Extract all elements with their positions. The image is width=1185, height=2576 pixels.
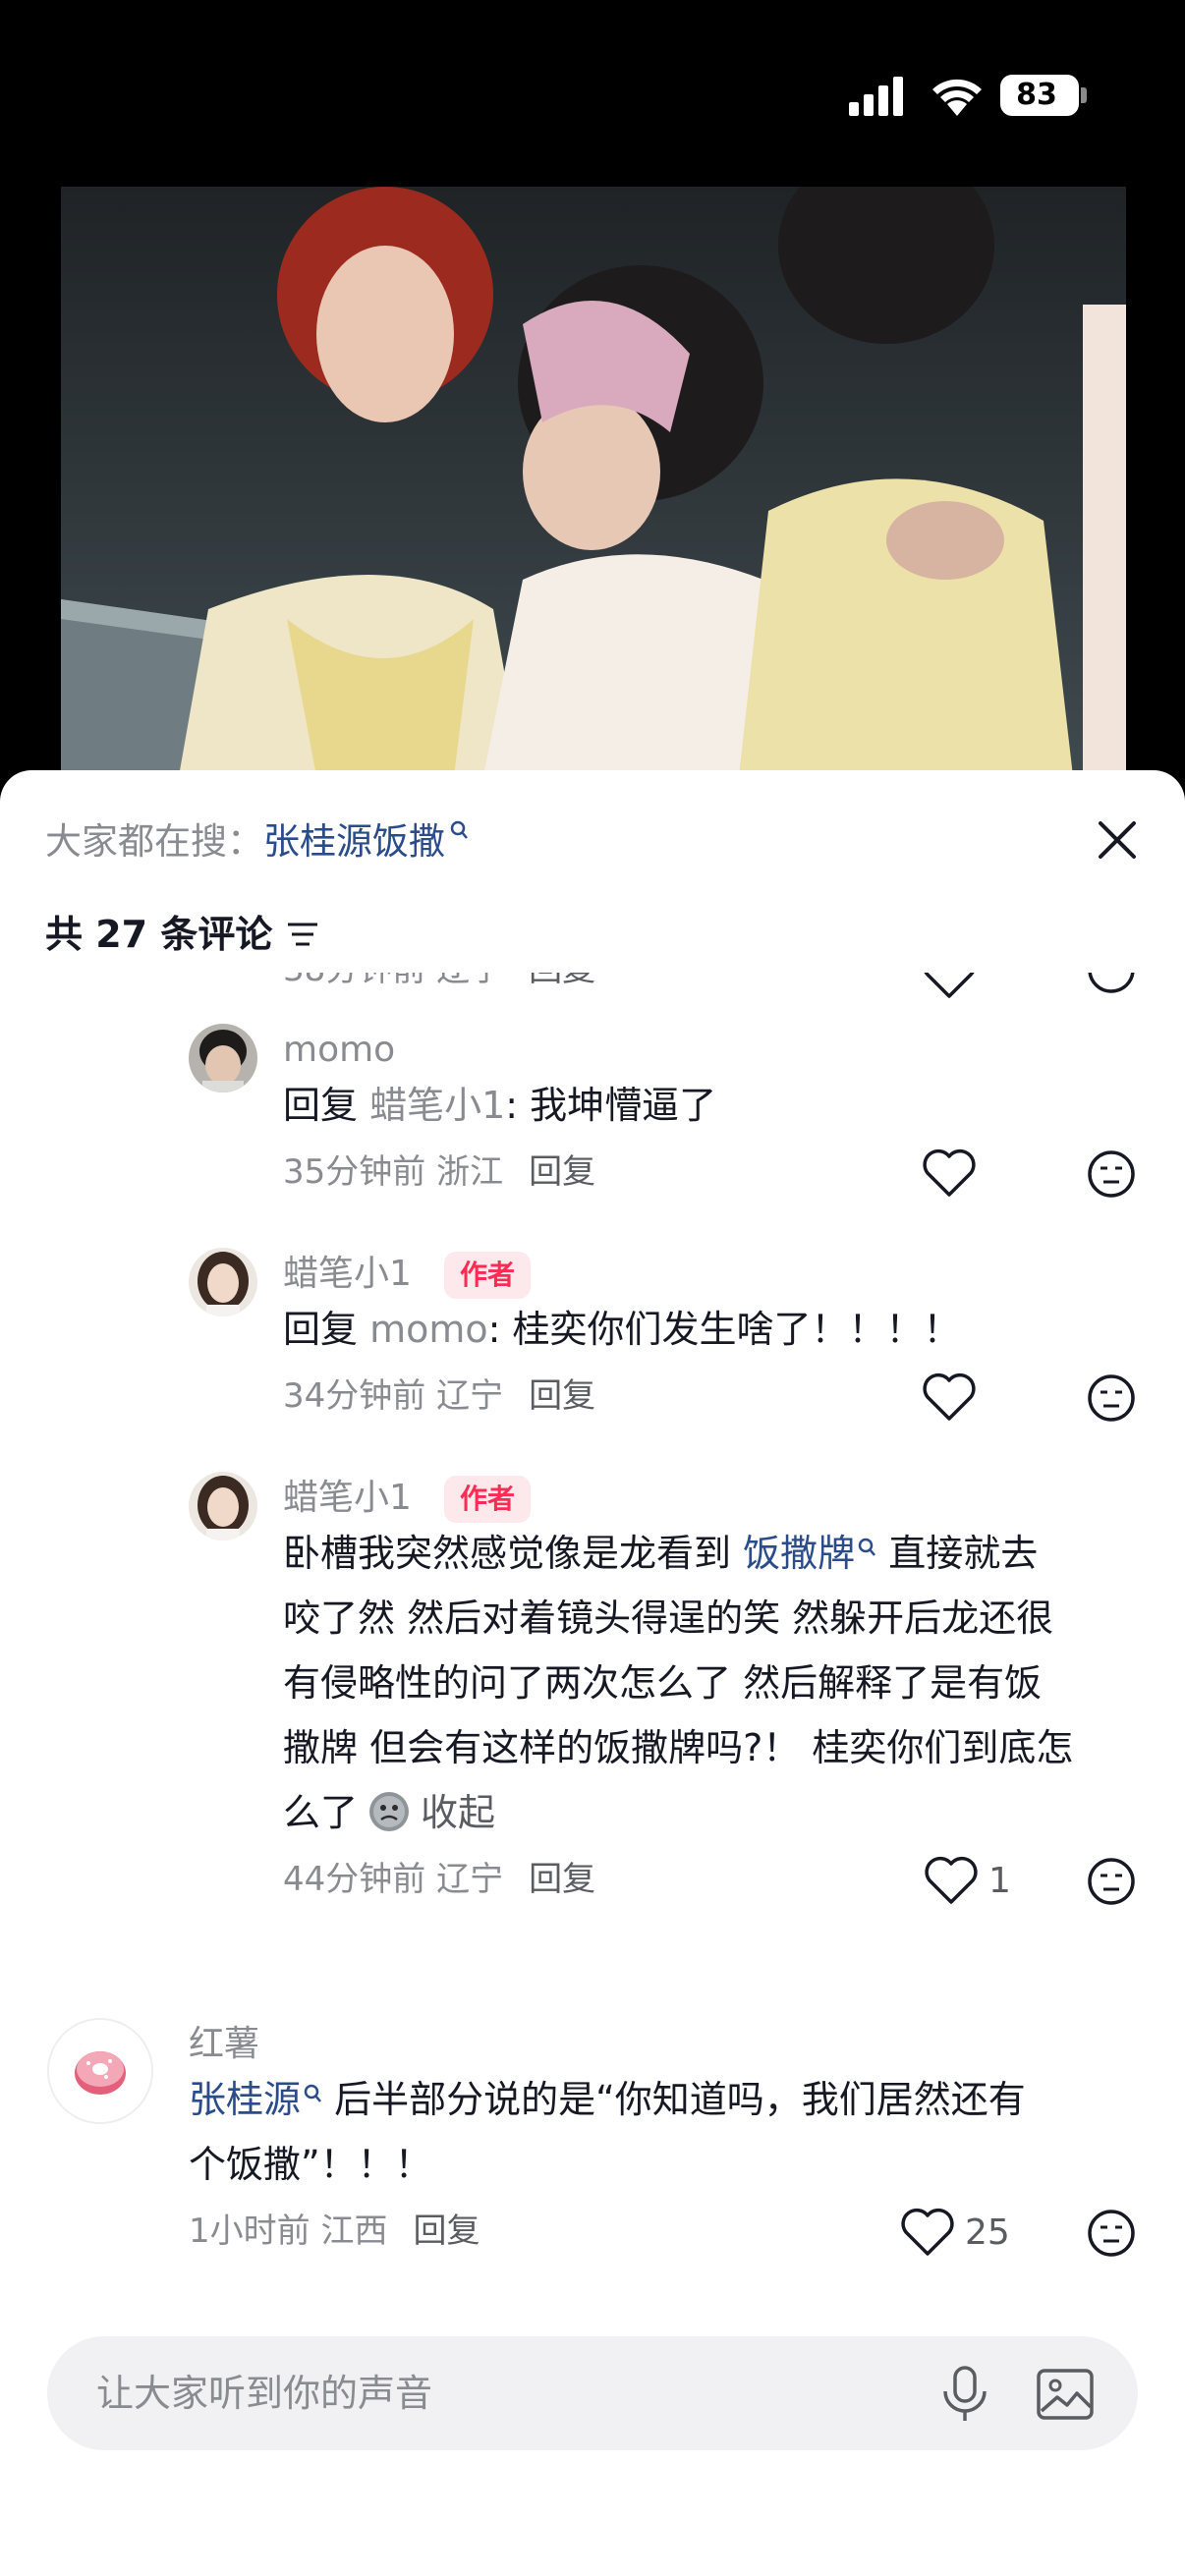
- trending-search-prefix: 大家都在搜：: [45, 820, 263, 863]
- search-icon: [858, 1538, 876, 1556]
- comment-location: 浙江: [436, 1152, 504, 1192]
- dislike-icon[interactable]: [1085, 1148, 1138, 1201]
- comment-location: 辽宁: [436, 1860, 504, 1899]
- cellular-signal-icon: [849, 77, 903, 116]
- heart-icon[interactable]: [920, 973, 979, 1000]
- dislike-icon[interactable]: [1085, 973, 1138, 996]
- comment-body: 么了: [283, 1791, 359, 1834]
- partial-comment-meta: 38分钟前 辽宁 回复: [283, 973, 595, 994]
- commenter-name[interactable]: 红薯: [189, 2020, 259, 2069]
- reply-button[interactable]: 回复: [529, 1152, 595, 1192]
- battery-indicator: 83: [1000, 75, 1079, 116]
- battery-level: 83: [1016, 78, 1057, 112]
- author-badge: 作者: [444, 1476, 532, 1523]
- comment-text-line: 么了 收起: [283, 1780, 495, 1845]
- comment-text: 回复 蜡笔小1: 我坤懵逼了: [283, 1073, 716, 1138]
- reply-prefix: 回复: [283, 1308, 359, 1351]
- comment-time: 1小时前: [189, 2212, 310, 2251]
- dislike-icon[interactable]: [1085, 2207, 1138, 2260]
- trending-search-keyword[interactable]: 张桂源饭撒: [263, 820, 445, 863]
- reply-to-user[interactable]: momo: [369, 1308, 488, 1351]
- dislike-icon[interactable]: [1085, 1855, 1138, 1908]
- comment-text-line: 个饭撒”！！！: [189, 2143, 432, 2186]
- author-badge: 作者: [444, 1252, 532, 1299]
- comment-meta: 34分钟前 辽宁 回复: [283, 1372, 595, 1421]
- comment-body: 卧槽我突然感觉像是龙看到: [283, 1532, 732, 1575]
- dislike-icon[interactable]: [1085, 1372, 1138, 1425]
- comment-location: 江西: [320, 2212, 388, 2251]
- search-icon: [304, 2084, 321, 2102]
- avatar[interactable]: [47, 2018, 153, 2124]
- commenter-name[interactable]: momo: [283, 1026, 395, 1075]
- commenter-name[interactable]: 蜡笔小1: [283, 1250, 412, 1299]
- wifi-icon: [932, 79, 982, 116]
- avatar[interactable]: [189, 1248, 257, 1316]
- heart-icon[interactable]: [922, 1853, 981, 1908]
- comment-location: 辽宁: [436, 1376, 504, 1416]
- avatar[interactable]: [189, 1472, 257, 1540]
- comment-text-line: 张桂源 后半部分说的是“你知道吗，我们居然还有: [189, 2067, 1026, 2132]
- partial-comment-time: 38分钟前 辽宁: [283, 973, 503, 989]
- comment-input[interactable]: 让大家听到你的声音: [47, 2336, 1138, 2450]
- comment-time: 35分钟前: [283, 1152, 426, 1192]
- comment-text-line: 卧槽我突然感觉像是龙看到 饭撒牌 直接就去: [283, 1521, 1038, 1586]
- microphone-icon[interactable]: [937, 2366, 992, 2423]
- reply-button[interactable]: 回复: [413, 2212, 480, 2251]
- like-count: 25: [965, 2212, 1010, 2253]
- video-player[interactable]: [61, 187, 1126, 776]
- video-frame-image: [61, 187, 1126, 776]
- comment-time: 44分钟前: [283, 1860, 426, 1899]
- battery-tip: [1081, 87, 1087, 103]
- trending-search[interactable]: 大家都在搜：张桂源饭撒: [45, 817, 469, 867]
- search-keyword-link[interactable]: 张桂源: [189, 2078, 301, 2121]
- comment-count: 共 27 条评论: [45, 908, 319, 961]
- avatar[interactable]: [189, 1024, 257, 1092]
- comment-time: 34分钟前: [283, 1376, 426, 1416]
- comment-body: 后半部分说的是“你知道吗，我们居然还有: [334, 2078, 1026, 2121]
- reply-to-user[interactable]: 蜡笔小1: [369, 1084, 505, 1127]
- partial-reply-button[interactable]: 回复: [529, 973, 595, 989]
- sort-filter-icon[interactable]: [286, 920, 319, 949]
- comment-list[interactable]: 38分钟前 辽宁回复 momo 回复 蜡笔小1: 我坤懵逼了 35分钟前 浙江回…: [0, 973, 1185, 2319]
- comment-text: 回复 momo: 桂奕你们发生啥了！！！！: [283, 1297, 961, 1362]
- comment-text-line: 咬了然 然后对着镜头得逞的笑 然躲开后龙还很: [283, 1596, 1054, 1640]
- heart-icon[interactable]: [920, 1146, 979, 1201]
- comment-meta: 35分钟前 浙江 回复: [283, 1148, 595, 1197]
- like-count: 1: [988, 1861, 1011, 1901]
- search-keyword-link[interactable]: 饭撒牌: [743, 1532, 855, 1575]
- heart-icon[interactable]: [920, 1370, 979, 1425]
- reply-prefix: 回复: [283, 1084, 359, 1127]
- comment-sheet: 大家都在搜：张桂源饭撒 共 27 条评论 38分钟前 辽宁回复 momo 回复 …: [0, 770, 1185, 2576]
- reply-button[interactable]: 回复: [529, 1860, 595, 1899]
- comment-text-line: 撒牌 但会有这样的饭撒牌吗?！ 桂奕你们到底怎: [283, 1726, 1074, 1769]
- comment-body: 直接就去: [888, 1532, 1039, 1575]
- search-icon: [450, 820, 468, 839]
- reply-button[interactable]: 回复: [529, 1376, 595, 1416]
- comment-count-text: 共 27 条评论: [45, 913, 273, 956]
- close-icon[interactable]: [1093, 815, 1142, 865]
- emoji-icon: [369, 1792, 410, 1831]
- comment-body: : 我坤懵逼了: [505, 1084, 717, 1127]
- image-icon[interactable]: [1036, 2368, 1095, 2421]
- commenter-name[interactable]: 蜡笔小1: [283, 1474, 412, 1523]
- collapse-link[interactable]: 收起: [421, 1791, 495, 1834]
- comment-input-placeholder: 让大家听到你的声音: [96, 2372, 433, 2415]
- comment-text-line: 有侵略性的问了两次怎么了 然后解释了是有饭: [283, 1661, 1043, 1705]
- comment-meta: 44分钟前 辽宁 回复: [283, 1855, 595, 1904]
- heart-icon[interactable]: [898, 2205, 957, 2260]
- status-bar: 83: [0, 0, 1185, 187]
- comment-body: : 桂奕你们发生啥了！！！！: [487, 1308, 961, 1351]
- comment-meta: 1小时前 江西 回复: [189, 2207, 480, 2256]
